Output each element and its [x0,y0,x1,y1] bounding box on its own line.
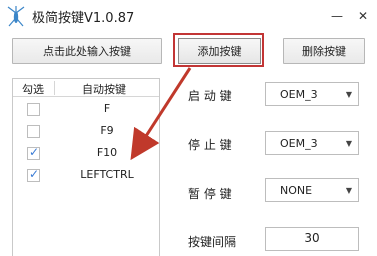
delete-key-button-label: 删除按键 [302,45,346,58]
pause-key-value: NONE [280,183,313,197]
row-key: F [103,102,111,115]
start-key-label: 启 动 键 [188,89,232,103]
interval-input[interactable]: 30 [265,227,359,251]
interval-label: 按键间隔 [188,235,237,249]
pause-key-select[interactable]: NONE ▼ [265,178,359,202]
chevron-down-icon: ▼ [345,89,353,99]
header-divider [54,81,55,95]
mosquito-icon [7,6,25,27]
minimize-button[interactable]: — [326,6,348,26]
key-list-header: 勾选 自动按键 [13,79,159,97]
list-item[interactable]: F [13,99,159,121]
row-checkbox[interactable] [27,125,40,138]
window-title: 极简按键V1.0.87 [32,11,135,26]
row-checkbox[interactable] [27,167,40,182]
row-key: F10 [96,146,118,159]
input-key-button[interactable]: 点击此处输入按键 [12,38,162,64]
close-button[interactable]: ✕ [352,6,374,26]
row-checkbox[interactable] [27,103,40,116]
header-key: 自动按键 [82,83,126,96]
start-key-value: OEM_3 [280,87,318,101]
chevron-down-icon: ▼ [345,185,353,195]
chevron-down-icon: ▼ [345,138,353,148]
stop-key-select[interactable]: OEM_3 ▼ [265,131,359,155]
list-item[interactable]: LEFTCTRL [13,165,159,187]
add-key-highlight: 添加按键 [173,33,264,67]
stop-key-value: OEM_3 [280,136,318,150]
title-bar: 极简按键V1.0.87 — ✕ [0,0,377,32]
header-check: 勾选 [22,83,44,96]
start-key-select[interactable]: OEM_3 ▼ [265,82,359,106]
list-item[interactable]: F10 [13,143,159,165]
list-item[interactable]: F9 [13,121,159,143]
stop-key-label: 停 止 键 [188,138,232,152]
add-key-button-label: 添加按键 [197,45,242,58]
key-list: 勾选 自动按键 F F9 F10 LEFTCTRL [12,78,160,256]
delete-key-button[interactable]: 删除按键 [283,38,365,64]
add-key-button[interactable]: 添加按键 [178,38,261,64]
row-checkbox[interactable] [27,145,40,160]
row-key: F9 [100,124,114,137]
row-key: LEFTCTRL [80,168,134,181]
input-key-button-label: 点击此处输入按键 [43,45,131,58]
pause-key-label: 暂 停 键 [188,187,232,201]
